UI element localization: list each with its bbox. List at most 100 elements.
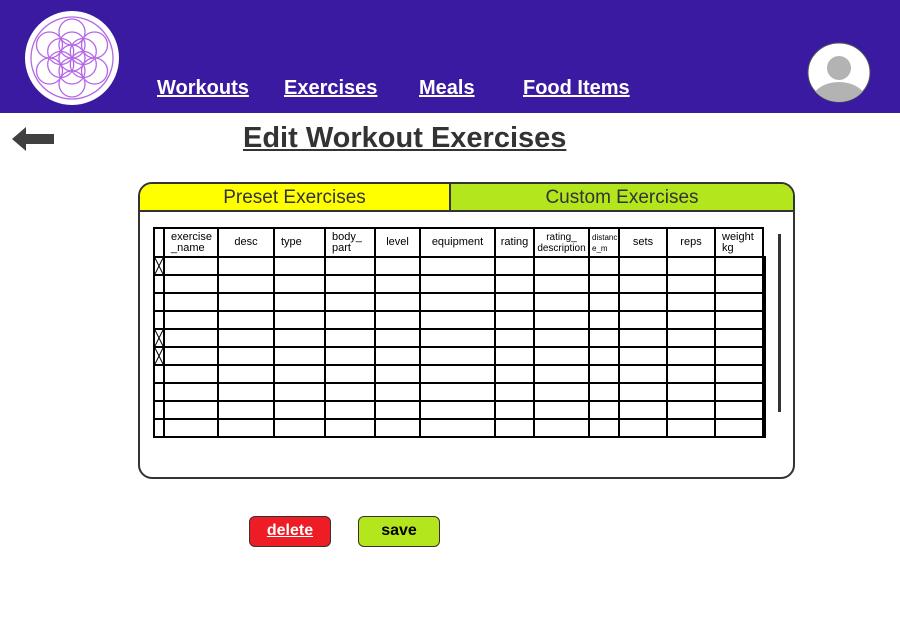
table-cell[interactable] (666, 274, 716, 294)
tab-preset-exercises[interactable]: Preset Exercises (140, 184, 451, 212)
table-cell[interactable] (419, 256, 496, 276)
table-cell[interactable] (494, 364, 535, 384)
table-cell[interactable] (324, 400, 376, 420)
table-cell[interactable] (163, 418, 219, 438)
table-cell[interactable] (419, 382, 496, 402)
table-cell[interactable] (762, 328, 766, 348)
save-button[interactable]: save (358, 516, 440, 547)
table-cell[interactable] (533, 310, 590, 330)
table-row[interactable] (153, 310, 766, 330)
row-select-checkbox[interactable] (153, 364, 165, 384)
table-cell[interactable] (324, 346, 376, 366)
table-cell[interactable] (714, 418, 764, 438)
table-cell[interactable] (324, 310, 376, 330)
table-scrollbar[interactable] (778, 234, 781, 412)
row-select-checkbox[interactable] (153, 310, 165, 330)
row-select-checkbox[interactable] (153, 292, 165, 312)
table-cell[interactable] (666, 382, 716, 402)
table-row[interactable] (153, 400, 766, 420)
table-row[interactable] (153, 364, 766, 384)
table-cell[interactable] (374, 292, 421, 312)
table-cell[interactable] (666, 328, 716, 348)
table-row[interactable] (153, 382, 766, 402)
table-cell[interactable] (714, 274, 764, 294)
table-cell[interactable] (714, 292, 764, 312)
table-cell[interactable] (714, 346, 764, 366)
table-cell[interactable] (494, 418, 535, 438)
table-cell[interactable] (588, 346, 620, 366)
nav-food-items[interactable]: Food Items (523, 77, 630, 100)
table-cell[interactable] (324, 256, 376, 276)
table-cell[interactable] (217, 400, 275, 420)
table-cell[interactable] (217, 418, 275, 438)
table-cell[interactable] (374, 310, 421, 330)
table-cell[interactable] (374, 256, 421, 276)
row-select-checkbox[interactable] (153, 382, 165, 402)
table-cell[interactable] (494, 256, 535, 276)
table-row[interactable] (153, 292, 766, 312)
table-cell[interactable] (618, 310, 668, 330)
table-cell[interactable] (533, 328, 590, 348)
table-cell[interactable] (374, 274, 421, 294)
table-cell[interactable] (419, 364, 496, 384)
nav-meals[interactable]: Meals (419, 77, 475, 100)
table-cell[interactable] (324, 364, 376, 384)
table-cell[interactable] (163, 310, 219, 330)
table-cell[interactable] (762, 364, 766, 384)
table-cell[interactable] (163, 382, 219, 402)
row-select-checkbox[interactable] (153, 418, 165, 438)
table-cell[interactable] (273, 292, 326, 312)
table-row[interactable] (153, 418, 766, 438)
table-cell[interactable] (324, 274, 376, 294)
table-cell[interactable] (273, 274, 326, 294)
table-cell[interactable] (533, 418, 590, 438)
table-cell[interactable] (533, 364, 590, 384)
table-cell[interactable] (762, 310, 766, 330)
table-cell[interactable] (533, 400, 590, 420)
table-cell[interactable] (588, 274, 620, 294)
table-cell[interactable] (533, 256, 590, 276)
table-cell[interactable] (666, 364, 716, 384)
table-cell[interactable] (273, 256, 326, 276)
table-cell[interactable] (666, 400, 716, 420)
table-cell[interactable] (374, 364, 421, 384)
table-cell[interactable] (762, 346, 766, 366)
table-cell[interactable] (618, 382, 668, 402)
table-cell[interactable] (324, 328, 376, 348)
table-cell[interactable] (324, 292, 376, 312)
table-cell[interactable] (666, 292, 716, 312)
table-cell[interactable] (374, 346, 421, 366)
table-cell[interactable] (618, 274, 668, 294)
table-cell[interactable] (714, 364, 764, 384)
table-cell[interactable] (419, 346, 496, 366)
table-cell[interactable] (273, 346, 326, 366)
table-cell[interactable] (163, 400, 219, 420)
table-cell[interactable] (533, 292, 590, 312)
table-cell[interactable] (618, 346, 668, 366)
table-cell[interactable] (618, 418, 668, 438)
table-cell[interactable] (217, 382, 275, 402)
table-cell[interactable] (494, 292, 535, 312)
table-cell[interactable] (374, 382, 421, 402)
table-cell[interactable] (217, 328, 275, 348)
table-cell[interactable] (494, 382, 535, 402)
table-cell[interactable] (588, 400, 620, 420)
table-cell[interactable] (273, 418, 326, 438)
table-cell[interactable] (588, 382, 620, 402)
table-cell[interactable] (324, 418, 376, 438)
back-arrow-icon[interactable] (12, 127, 54, 151)
table-cell[interactable] (273, 382, 326, 402)
table-cell[interactable] (588, 310, 620, 330)
table-cell[interactable] (762, 256, 766, 276)
table-cell[interactable] (419, 274, 496, 294)
table-cell[interactable] (419, 418, 496, 438)
table-cell[interactable] (163, 346, 219, 366)
table-cell[interactable] (163, 364, 219, 384)
table-cell[interactable] (273, 364, 326, 384)
table-cell[interactable] (666, 346, 716, 366)
nav-exercises[interactable]: Exercises (284, 77, 377, 100)
row-select-checkbox[interactable] (153, 346, 165, 366)
table-cell[interactable] (762, 274, 766, 294)
table-cell[interactable] (762, 418, 766, 438)
table-cell[interactable] (618, 400, 668, 420)
